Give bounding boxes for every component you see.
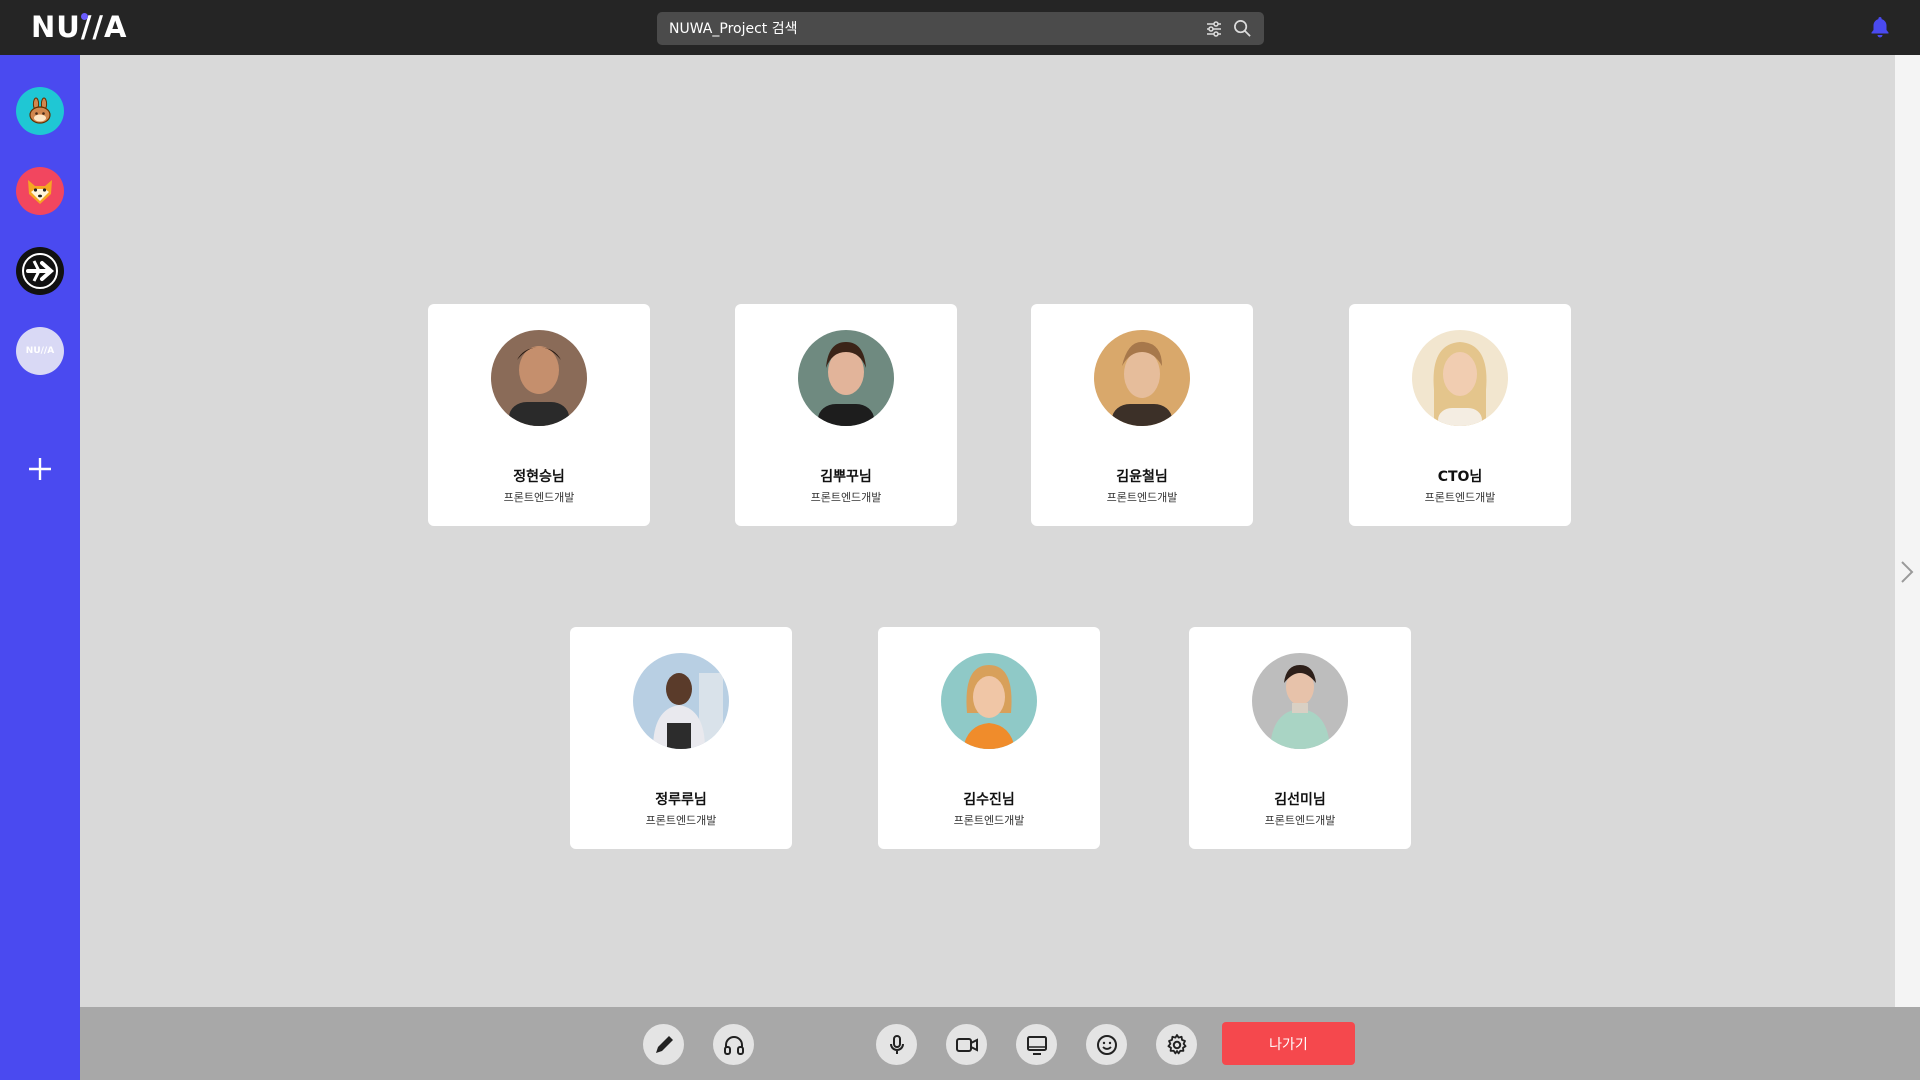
server-sidebar: NU//A	[0, 55, 80, 1080]
side-panel-edge	[1895, 55, 1920, 1011]
logo-dot	[81, 13, 88, 20]
participant-card[interactable]: CTO님 프론트엔드개발	[1349, 304, 1571, 526]
participant-card[interactable]: 김선미님 프론트엔드개발	[1189, 627, 1411, 849]
participant-name: CTO님	[1437, 469, 1483, 485]
server-shiba[interactable]	[16, 167, 64, 215]
participant-card[interactable]: 정현승님 프론트엔드개발	[428, 304, 650, 526]
participant-role: 프론트엔드개발	[1424, 491, 1496, 504]
avatar	[491, 330, 587, 426]
chevron-right-icon[interactable]	[1898, 558, 1916, 586]
participant-name: 김윤철님	[1116, 469, 1168, 485]
participant-role: 프론트엔드개발	[810, 491, 882, 504]
control-bar	[80, 1007, 1920, 1080]
search-input[interactable]	[669, 12, 1189, 45]
microphone-button[interactable]	[876, 1024, 917, 1065]
participant-role: 프론트엔드개발	[645, 814, 717, 827]
screen-share-icon	[1026, 1035, 1047, 1055]
avatar	[798, 330, 894, 426]
bell-icon[interactable]	[1868, 15, 1892, 39]
avatar	[1252, 653, 1348, 749]
avatar	[941, 653, 1037, 749]
plus-icon[interactable]	[26, 455, 54, 483]
nuwa-logo[interactable]: NU//A	[31, 10, 127, 44]
avatar	[633, 653, 729, 749]
top-bar: NU//A	[0, 0, 1920, 55]
search-icon[interactable]	[1233, 19, 1252, 38]
shiba-icon	[28, 180, 52, 204]
pen-icon	[655, 1035, 673, 1053]
pen-button[interactable]	[643, 1024, 684, 1065]
video-button[interactable]	[946, 1024, 987, 1065]
participant-name: 정현승님	[513, 469, 565, 485]
participants-stage	[80, 55, 1895, 1007]
participant-card[interactable]: 김뿌꾸님 프론트엔드개발	[735, 304, 957, 526]
arrow-logo-icon	[22, 253, 58, 289]
avatar	[1094, 330, 1190, 426]
microphone-icon	[889, 1034, 904, 1054]
video-camera-icon	[955, 1037, 978, 1052]
participant-role: 프론트엔드개발	[1264, 814, 1336, 827]
server-rabbit[interactable]	[16, 87, 64, 135]
avatar	[1412, 330, 1508, 426]
participant-role: 프론트엔드개발	[953, 814, 1025, 827]
headphones-icon	[723, 1035, 744, 1055]
server-arrow[interactable]	[16, 247, 64, 295]
logo-text: NU//A	[31, 10, 128, 44]
participant-name: 김뿌꾸님	[820, 469, 872, 485]
search-bar	[657, 12, 1264, 45]
settings-gear-icon	[1167, 1033, 1186, 1054]
participant-card[interactable]: 김윤철님 프론트엔드개발	[1031, 304, 1253, 526]
participant-name: 정루루님	[655, 792, 707, 808]
filter-icon[interactable]	[1205, 20, 1223, 38]
emoji-button[interactable]	[1086, 1024, 1127, 1065]
participant-role: 프론트엔드개발	[503, 491, 575, 504]
screen-share-button[interactable]	[1016, 1024, 1057, 1065]
emoji-icon	[1096, 1034, 1117, 1055]
server-nuwa[interactable]: NU//A	[16, 327, 64, 375]
nuwa-logo-icon: NU//A	[25, 346, 55, 356]
participant-card[interactable]: 김수진님 프론트엔드개발	[878, 627, 1100, 849]
settings-button[interactable]	[1156, 1024, 1197, 1065]
participant-card[interactable]: 정루루님 프론트엔드개발	[570, 627, 792, 849]
rabbit-icon	[29, 97, 51, 124]
participant-role: 프론트엔드개발	[1106, 491, 1178, 504]
headphones-button[interactable]	[713, 1024, 754, 1065]
participant-name: 김선미님	[1274, 792, 1326, 808]
participant-name: 김수진님	[963, 792, 1015, 808]
leave-button[interactable]: 나가기	[1222, 1022, 1355, 1065]
